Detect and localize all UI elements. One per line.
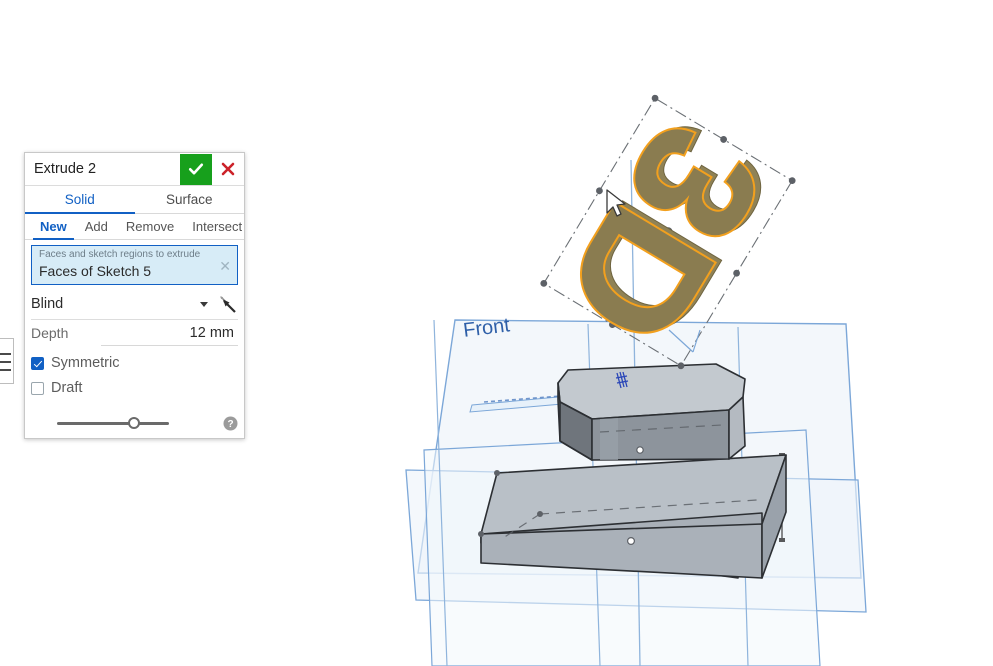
solid-top-block[interactable] [557,363,746,461]
accept-button[interactable] [180,153,212,185]
selection-value: Faces of Sketch 5 [39,263,152,279]
depth-row[interactable]: Depth 12 mm [31,321,238,348]
symmetric-label: Symmetric [51,355,120,371]
checkbox-row-symmetric[interactable]: Symmetric [31,353,238,373]
close-x-icon [221,162,235,176]
end-condition-value: Blind [31,296,64,312]
selection-clear-icon[interactable]: ✕ [219,259,231,273]
slider-track[interactable] [57,422,169,425]
tab-add-label: Add [84,219,108,234]
extrude-feature-dialog[interactable]: Extrude 2 Solid Surface New Add Remove I… [24,152,245,439]
chevron-down-icon [200,302,208,307]
tab-solid-label: Solid [64,192,95,207]
tab-add[interactable]: Add [76,214,117,239]
tab-surface[interactable]: Surface [135,186,245,213]
checkmark-icon [188,163,204,175]
selection-hint: Faces and sketch regions to extrude [39,249,201,260]
dialog-title: Extrude 2 [34,160,97,177]
tab-remove-label: Remove [125,219,175,234]
slider-thumb[interactable] [128,417,140,429]
menu-bar-3 [0,369,11,371]
dialog-title-bar: Extrude 2 [25,153,244,186]
depth-label: Depth [31,325,69,341]
tab-solid[interactable]: Solid [25,186,135,214]
end-condition-row[interactable]: Blind [31,290,238,320]
tab-intersect[interactable]: Intersect [183,214,251,239]
menu-bar-2 [0,361,11,363]
help-question-icon[interactable]: ? [223,416,238,431]
tab-intersect-label: Intersect [192,219,243,234]
depth-underline [101,345,238,346]
flip-direction-arrow-icon[interactable] [215,292,239,316]
checkbox-row-draft[interactable]: Draft [31,378,238,398]
tab-remove[interactable]: Remove [117,214,183,239]
solid-base-box[interactable] [478,454,787,579]
svg-text:?: ? [227,419,233,430]
opacity-slider-row[interactable]: ? [25,408,244,438]
draft-label: Draft [51,380,83,396]
primary-tab-bar[interactable]: Solid Surface [25,186,244,214]
menu-bar-1 [0,353,11,355]
selection-field[interactable]: Faces and sketch regions to extrude Face… [31,245,238,285]
hamburger-menu-icon[interactable] [0,338,14,384]
secondary-tab-bar[interactable]: New Add Remove Intersect [25,214,244,240]
symmetric-checkbox[interactable] [31,356,44,370]
tab-new-label: New [40,219,67,234]
tab-new[interactable]: New [31,214,76,240]
cancel-button[interactable] [212,154,244,185]
depth-value[interactable]: 12 mm [190,325,234,341]
draft-checkbox[interactable] [31,381,44,395]
end-condition-dropdown[interactable]: Blind [31,290,215,318]
tab-surface-label: Surface [165,192,213,207]
